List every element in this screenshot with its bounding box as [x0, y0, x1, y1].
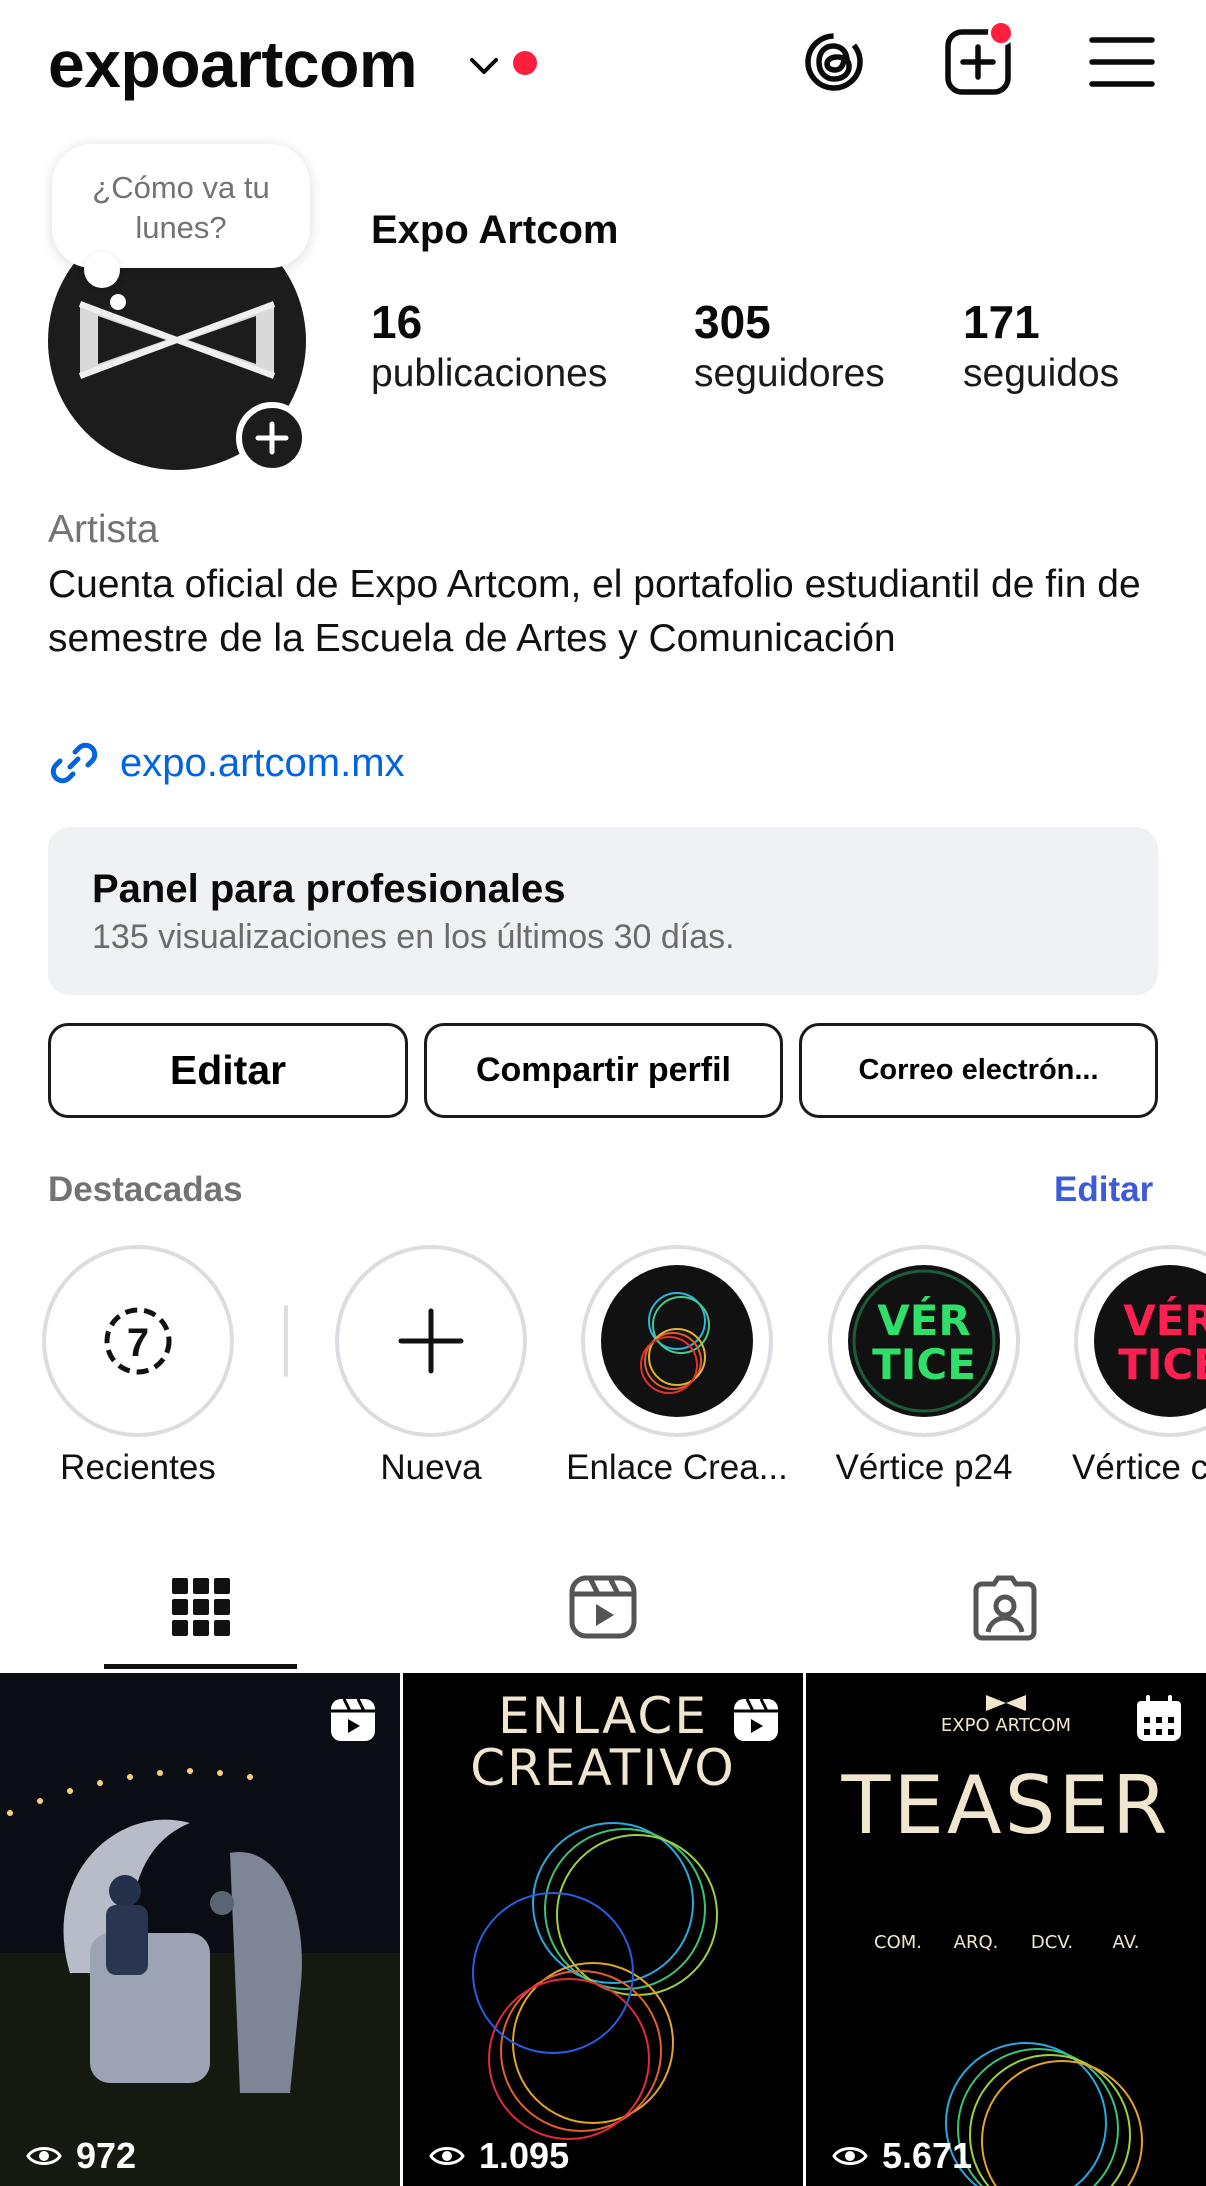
highlight-new[interactable] — [335, 1245, 527, 1437]
highlight-label-recent: Recientes — [60, 1448, 216, 1487]
stat-following-value: 171 — [963, 296, 1040, 348]
stat-followers-label: seguidores — [694, 352, 885, 395]
svg-text:ARQ.: ARQ. — [954, 1932, 999, 1953]
plus-icon — [255, 421, 289, 455]
active-tab-indicator — [104, 1664, 297, 1669]
grid-post-1[interactable]: 972 — [0, 1673, 400, 2186]
display-name: Expo Artcom — [371, 208, 619, 252]
highlight-vertice-c[interactable]: VÉR TICE — [1074, 1245, 1206, 1437]
post-thumbnail-teaser: EXPO ARTCOM TEASER COM. ARQ. DCV. AV. — [806, 1673, 1206, 2186]
recent-clock-icon: 7 — [104, 1307, 172, 1375]
profile-bio: Cuenta oficial de Expo Artcom, el portaf… — [48, 563, 1141, 660]
post-2-views: 1.095 — [427, 2135, 569, 2177]
note-bubble-tail — [84, 252, 120, 288]
pro-panel-subtitle: 135 visualizaciones en los últimos 30 dí… — [92, 918, 735, 956]
stat-posts-label: publicaciones — [371, 352, 608, 395]
threads-icon[interactable] — [798, 26, 870, 98]
plus-icon — [398, 1308, 464, 1374]
highlight-label-vertice-c: Vértice c — [1072, 1448, 1206, 1487]
highlight-enlace-creativo[interactable] — [581, 1245, 773, 1437]
post-thumbnail-enlace-creativo: ENLACE CREATIVO — [403, 1673, 803, 2186]
svg-text:TICE: TICE — [1118, 1340, 1206, 1389]
profile-category: Artista — [48, 508, 159, 551]
profile-username[interactable]: expoartcom — [48, 28, 418, 100]
stat-posts-value: 16 — [371, 296, 423, 348]
recent-count: 7 — [127, 1321, 149, 1365]
highlights-edit-link[interactable]: Editar — [1054, 1170, 1153, 1210]
calendar-badge-icon — [1137, 1695, 1181, 1741]
post-1-views: 972 — [24, 2135, 136, 2177]
reel-badge-icon — [331, 1698, 375, 1741]
new-post-notification-dot — [988, 20, 1014, 46]
tagged-icon[interactable] — [968, 1570, 1042, 1644]
menu-icon[interactable] — [1086, 26, 1158, 98]
chevron-down-icon[interactable] — [464, 46, 504, 86]
eye-icon — [429, 2147, 465, 2165]
profile-note[interactable]: ¿Cómo va tu lunes? — [52, 144, 310, 268]
eye-icon — [26, 2147, 62, 2165]
grid-post-3[interactable]: EXPO ARTCOM TEASER COM. ARQ. DCV. AV. 5.… — [806, 1673, 1206, 2186]
stat-posts[interactable]: 16 publicaciones — [371, 295, 607, 399]
highlight-label-enlace: Enlace Crea... — [566, 1448, 788, 1487]
email-button[interactable]: Correo electrón... — [799, 1023, 1158, 1118]
vertice-red-cover: VÉR TICE — [1118, 1295, 1206, 1389]
vertice-green-cover: VÉR TICE — [852, 1269, 996, 1413]
grid-post-2[interactable]: ENLACE CREATIVO 1.095 — [403, 1673, 803, 2186]
link-icon — [50, 742, 98, 784]
profile-link[interactable]: expo.artcom.mx — [48, 738, 405, 788]
highlight-vertice-p24[interactable]: VÉR TICE — [828, 1245, 1020, 1437]
highlight-label-new: Nueva — [380, 1448, 482, 1487]
reels-icon[interactable] — [566, 1570, 640, 1644]
eye-icon — [832, 2147, 868, 2165]
grid-icon[interactable] — [164, 1570, 238, 1644]
svg-text:DCV.: DCV. — [1031, 1932, 1073, 1953]
profile-link-text[interactable]: expo.artcom.mx — [120, 741, 405, 786]
svg-text:ENLACE: ENLACE — [498, 1687, 708, 1745]
stat-following[interactable]: 171 seguidos — [963, 295, 1119, 399]
note-bubble-tail-small — [110, 294, 126, 310]
post-3-views: 5.671 — [830, 2135, 972, 2177]
edit-profile-button[interactable]: Editar — [48, 1023, 408, 1118]
svg-text:AV.: AV. — [1113, 1932, 1140, 1953]
reel-badge-icon — [734, 1698, 778, 1741]
svg-text:TICE: TICE — [872, 1340, 976, 1389]
svg-text:VÉR: VÉR — [877, 1295, 971, 1345]
enlace-creativo-cover — [640, 1292, 710, 1394]
svg-text:TEASER: TEASER — [840, 1759, 1170, 1852]
post-thumbnail-night-sculpture — [0, 1673, 400, 2186]
stat-followers-value: 305 — [694, 296, 771, 348]
svg-text:COM.: COM. — [874, 1932, 922, 1953]
pro-panel-title: Panel para profesionales — [92, 867, 566, 911]
highlight-recent[interactable]: 7 — [42, 1245, 234, 1437]
svg-text:EXPO ARTCOM: EXPO ARTCOM — [941, 1715, 1071, 1736]
add-story-button[interactable] — [236, 402, 308, 474]
highlight-label-vertice-p24: Vértice p24 — [835, 1448, 1013, 1487]
stat-followers[interactable]: 305 seguidores — [694, 295, 885, 399]
share-profile-button[interactable]: Compartir perfil — [424, 1023, 783, 1118]
highlights-title: Destacadas — [48, 1170, 243, 1209]
notification-dot — [513, 51, 537, 75]
stat-following-label: seguidos — [963, 352, 1120, 395]
professional-dashboard[interactable]: Panel para profesionales 135 visualizaci… — [48, 827, 1158, 995]
highlight-divider — [284, 1305, 288, 1377]
svg-text:CREATIVO: CREATIVO — [470, 1739, 736, 1797]
svg-text:VÉR: VÉR — [1123, 1295, 1206, 1345]
